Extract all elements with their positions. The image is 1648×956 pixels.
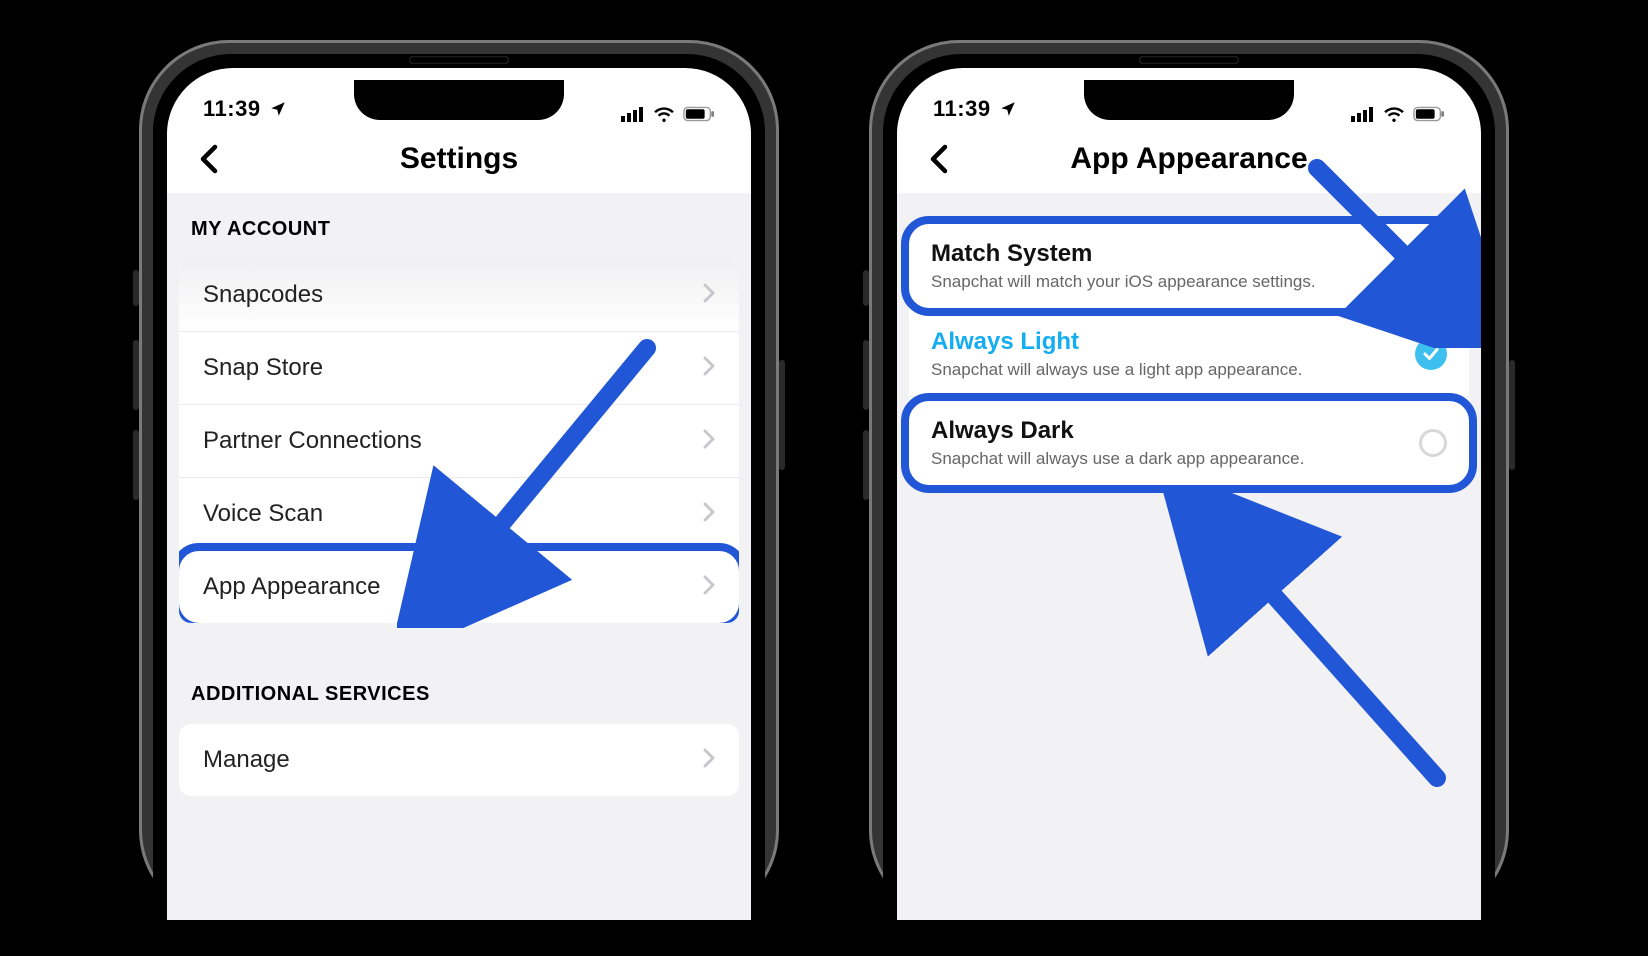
phone-right: 11:39 [869, 40, 1509, 920]
screen-right: 11:39 [897, 68, 1481, 920]
settings-content[interactable]: MY ACCOUNT Snapcodes Snap Store Partner … [167, 194, 751, 920]
option-title: Always Dark [931, 417, 1304, 445]
option-desc: Snapchat will always use a light app app… [931, 360, 1302, 380]
row-label: Snap Store [203, 354, 323, 382]
chevron-right-icon [703, 429, 715, 454]
option-desc: Snapchat will match your iOS appearance … [931, 272, 1316, 292]
row-partner-connections[interactable]: Partner Connections [179, 405, 739, 478]
location-icon [999, 100, 1017, 118]
side-button [779, 360, 785, 470]
chevron-right-icon [703, 748, 715, 773]
list-group-additional: Manage [179, 724, 739, 796]
option-always-light[interactable]: Always Light Snapchat will always use a … [909, 312, 1469, 397]
cellular-signal-icon [1351, 106, 1375, 122]
option-always-dark[interactable]: Always Dark Snapchat will always use a d… [909, 401, 1469, 485]
chevron-right-icon [703, 502, 715, 527]
page-title: Settings [400, 142, 518, 176]
earpiece [1139, 56, 1239, 64]
list-group-my-account: Snapcodes Snap Store Partner Connections [179, 259, 739, 623]
row-manage[interactable]: Manage [179, 724, 739, 796]
screen-left: 11:39 [167, 68, 751, 920]
battery-icon [683, 106, 715, 122]
earpiece [409, 56, 509, 64]
wifi-icon [1383, 106, 1405, 122]
row-label: Partner Connections [203, 427, 422, 455]
section-header-my-account: MY ACCOUNT [167, 194, 751, 259]
wifi-icon [653, 106, 675, 122]
nav-header: App Appearance [897, 124, 1481, 194]
row-app-appearance[interactable]: App Appearance [179, 551, 739, 623]
option-match-system[interactable]: Match System Snapchat will match your iO… [909, 224, 1469, 308]
row-label: Voice Scan [203, 500, 323, 528]
chevron-right-icon [703, 356, 715, 381]
notch [354, 80, 564, 120]
appearance-content[interactable]: Match System Snapchat will match your iO… [897, 194, 1481, 920]
location-icon [269, 100, 287, 118]
appearance-option-list: Match System Snapchat will match your iO… [909, 224, 1469, 485]
option-title: Always Light [931, 328, 1302, 356]
cellular-signal-icon [621, 106, 645, 122]
chevron-right-icon [703, 283, 715, 308]
side-button [1509, 360, 1515, 470]
status-time: 11:39 [933, 96, 991, 122]
option-desc: Snapchat will always use a dark app appe… [931, 449, 1304, 469]
row-snapcodes[interactable]: Snapcodes [179, 259, 739, 332]
radio-selected-icon [1415, 338, 1447, 370]
battery-icon [1413, 106, 1445, 122]
row-label: Manage [203, 746, 290, 774]
row-snap-store[interactable]: Snap Store [179, 332, 739, 405]
row-label: Snapcodes [203, 281, 323, 309]
phone-left: 11:39 [139, 40, 779, 920]
notch [1084, 80, 1294, 120]
chevron-right-icon [703, 575, 715, 600]
row-voice-scan[interactable]: Voice Scan [179, 478, 739, 551]
back-button[interactable] [919, 139, 959, 179]
back-button[interactable] [189, 139, 229, 179]
option-title: Match System [931, 240, 1316, 268]
status-time: 11:39 [203, 96, 261, 122]
radio-unselected-icon [1419, 429, 1447, 457]
row-label: App Appearance [203, 573, 380, 601]
radio-unselected-icon [1419, 252, 1447, 280]
nav-header: Settings [167, 124, 751, 194]
section-header-additional-services: ADDITIONAL SERVICES [167, 623, 751, 724]
page-title: App Appearance [1070, 142, 1307, 176]
